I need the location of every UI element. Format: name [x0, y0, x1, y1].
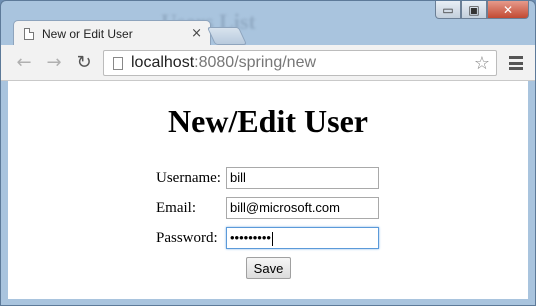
tab-title: New or Edit User: [42, 26, 133, 41]
forward-icon[interactable]: →: [43, 53, 65, 73]
email-label: Email:: [156, 199, 196, 216]
browser-window: Users List ▭ ▣ ✕ New or Edit User × ← → …: [0, 0, 536, 306]
browser-toolbar: ← → ↻ localhost:8080/spring/new ☆: [1, 45, 535, 81]
minimize-button[interactable]: ▭: [435, 1, 461, 19]
password-label: Password:: [156, 229, 218, 246]
maximize-button[interactable]: ▣: [461, 1, 487, 19]
page-content: New/Edit User Username: bill Email: bill…: [8, 81, 528, 299]
window-controls: ▭ ▣ ✕: [435, 1, 529, 19]
page-icon: [24, 27, 34, 40]
browser-tab[interactable]: New or Edit User ×: [13, 20, 211, 46]
username-row: Username: bill: [156, 167, 379, 189]
save-button[interactable]: Save: [246, 257, 291, 279]
address-bar[interactable]: localhost:8080/spring/new ☆: [103, 50, 497, 76]
reload-icon[interactable]: ↻: [73, 53, 95, 73]
page-title: New/Edit User: [168, 103, 368, 139]
url-host: localhost: [131, 54, 195, 71]
password-input[interactable]: •••••••••: [226, 227, 379, 249]
menu-icon[interactable]: [509, 56, 523, 70]
page-icon: [113, 56, 123, 70]
password-row: Password: •••••••••: [156, 227, 379, 249]
tab-close-icon[interactable]: ×: [191, 26, 202, 41]
url-text: localhost:8080/spring/new: [131, 54, 474, 72]
username-input[interactable]: bill: [226, 167, 379, 189]
password-mask: •••••••••: [230, 230, 271, 245]
bookmark-star-icon[interactable]: ☆: [474, 53, 490, 74]
url-path: :8080/spring/new: [194, 54, 317, 71]
email-input[interactable]: bill@microsoft.com: [226, 197, 379, 219]
email-row: Email: bill@microsoft.com: [156, 197, 379, 219]
username-label: Username:: [156, 169, 221, 186]
close-window-button[interactable]: ✕: [487, 1, 529, 19]
text-caret: [271, 231, 273, 246]
back-icon[interactable]: ←: [13, 53, 35, 73]
